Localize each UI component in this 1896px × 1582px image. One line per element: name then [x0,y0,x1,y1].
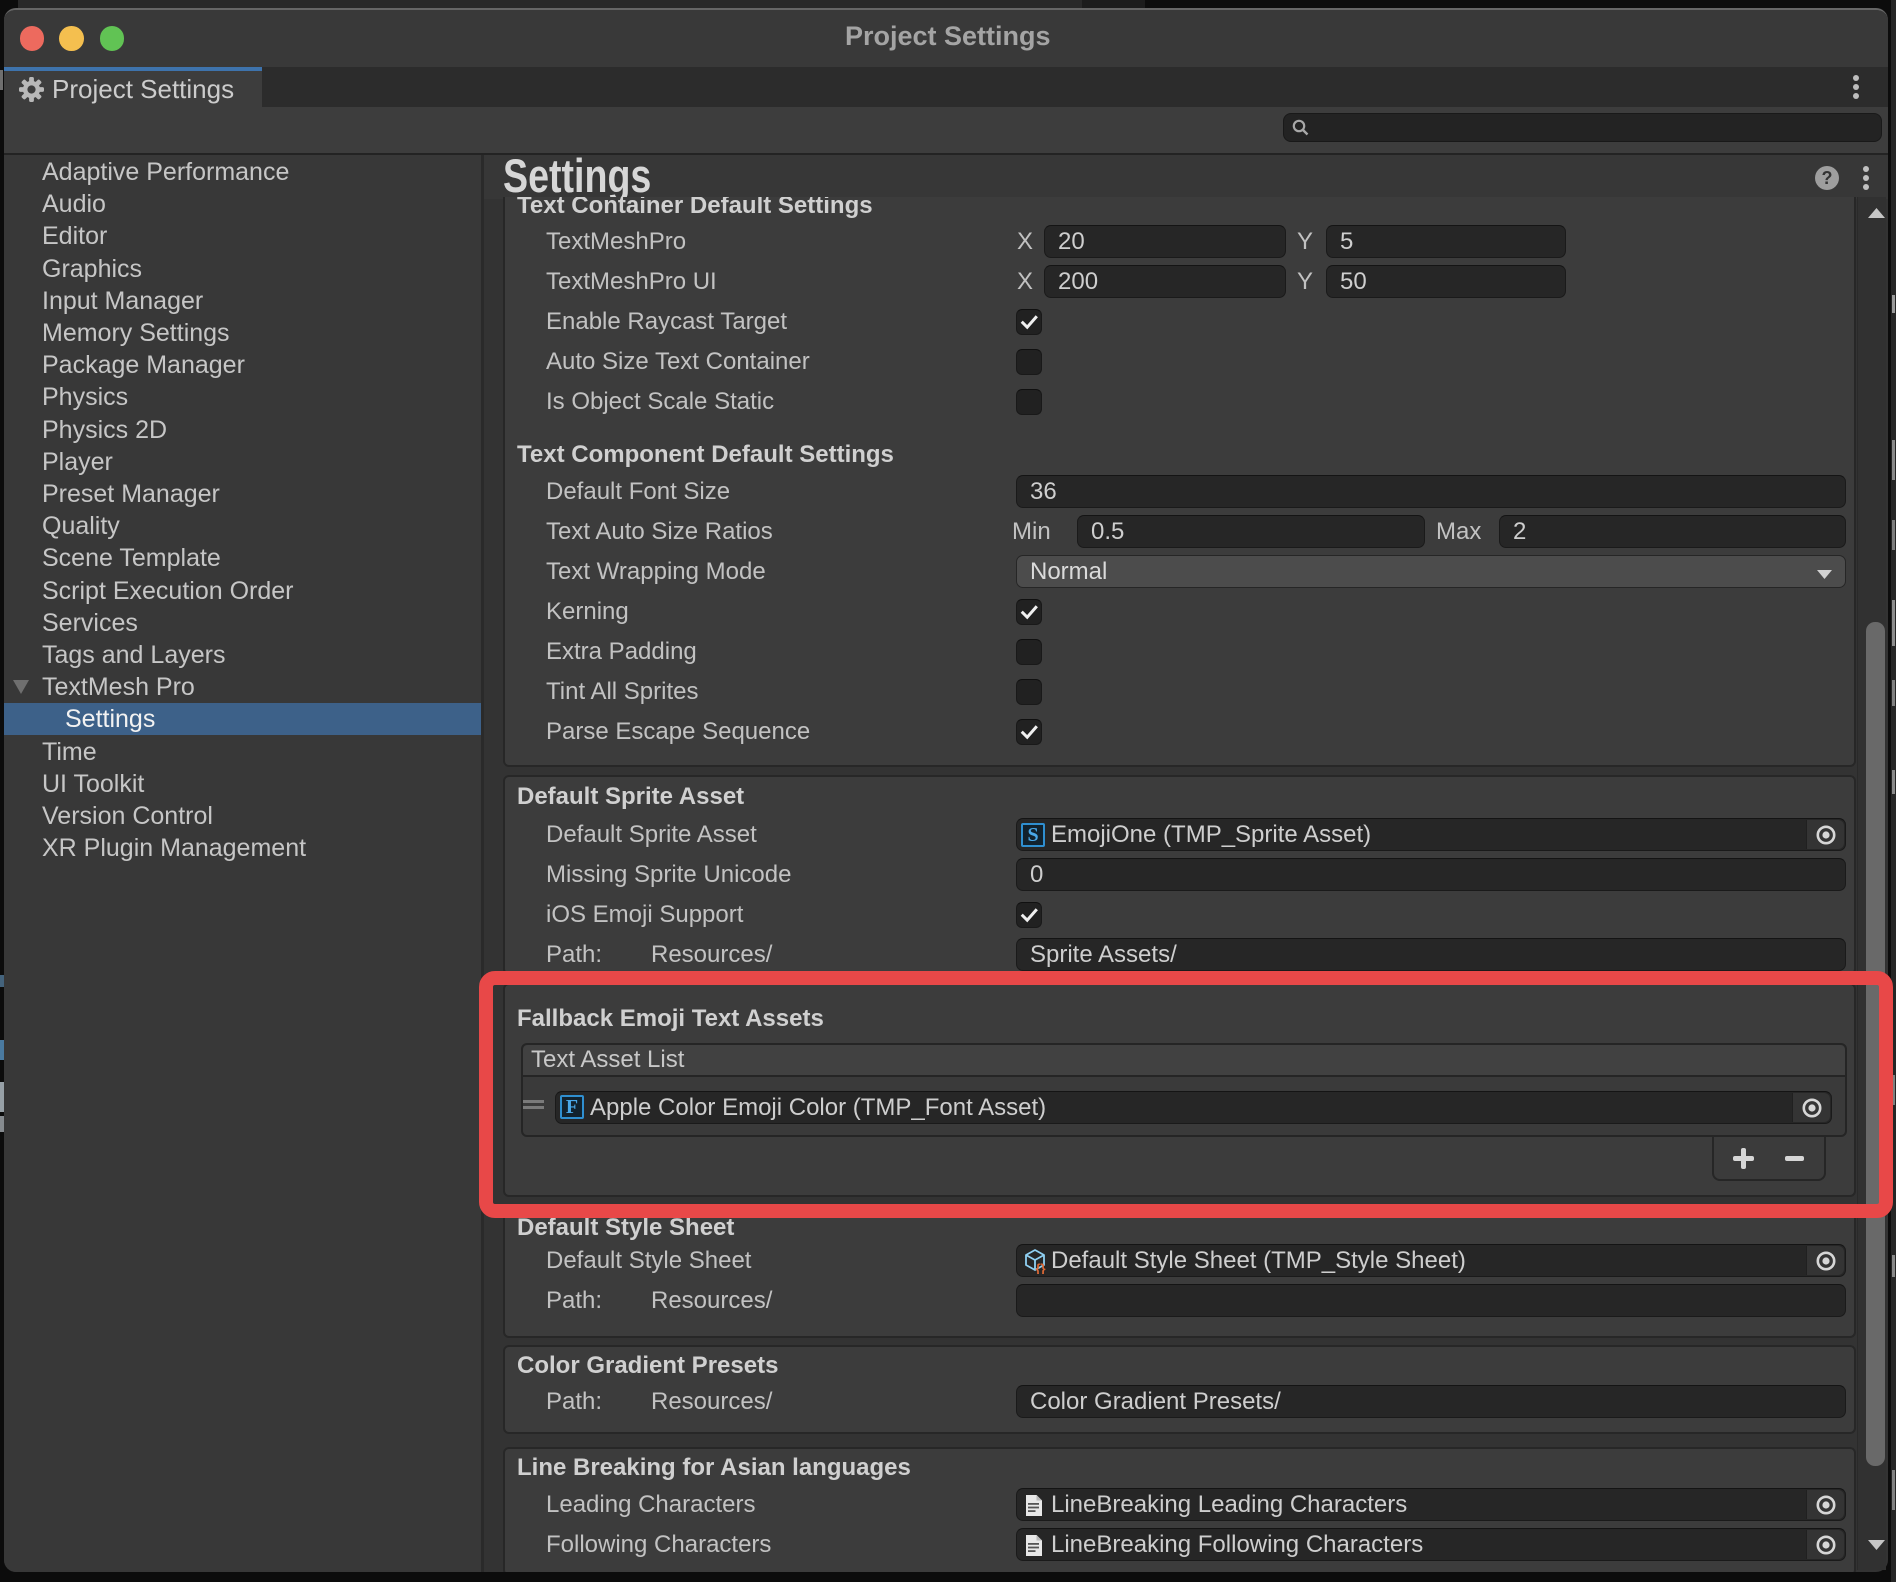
svg-text:{}: {} [1036,1261,1046,1274]
